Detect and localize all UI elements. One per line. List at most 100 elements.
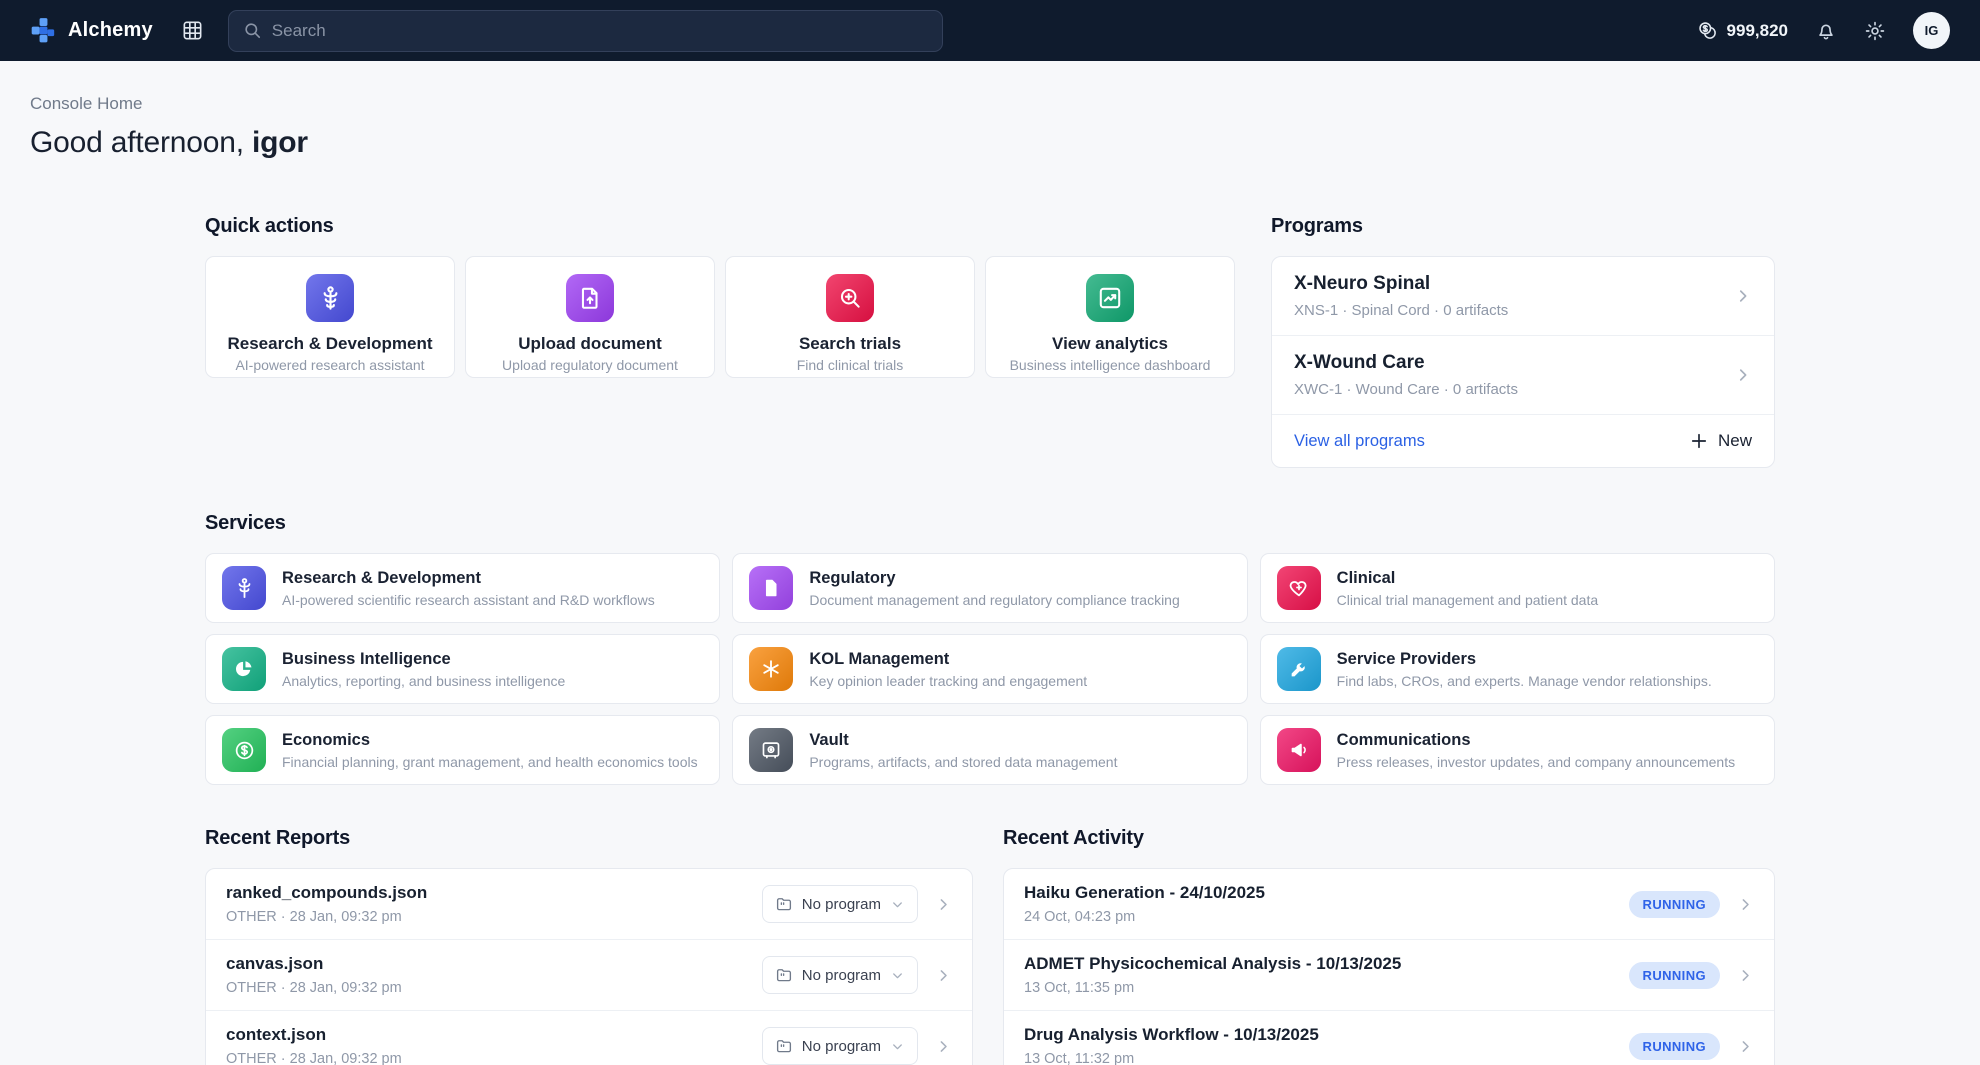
- service-clinical[interactable]: Clinical Clinical trial management and p…: [1260, 553, 1775, 623]
- service-name: KOL Management: [809, 650, 1087, 669]
- report-row-context[interactable]: context.json OTHER · 28 Jan, 09:32 pm No…: [206, 1011, 972, 1065]
- folder-icon: [775, 895, 793, 913]
- chevron-down-icon: [890, 897, 905, 912]
- service-business-intelligence[interactable]: Business Intelligence Analytics, reporti…: [205, 634, 720, 704]
- program-select-value: No program: [802, 896, 881, 913]
- report-row-canvas[interactable]: canvas.json OTHER · 28 Jan, 09:32 pm No …: [206, 940, 972, 1011]
- service-name: Business Intelligence: [282, 650, 565, 669]
- report-name: context.json: [226, 1025, 762, 1045]
- service-regulatory[interactable]: Regulatory Document management and regul…: [732, 553, 1247, 623]
- folder-icon: [775, 1037, 793, 1055]
- notifications-bell-icon[interactable]: [1815, 20, 1837, 42]
- search-plus-icon: [826, 274, 874, 322]
- brand[interactable]: Alchemy: [30, 17, 153, 44]
- chevron-right-icon[interactable]: [1737, 1038, 1754, 1055]
- programs-section: Programs X-Neuro Spinal XNS-1 · Spinal C…: [1271, 215, 1775, 468]
- avatar-initials: IG: [1925, 23, 1939, 38]
- new-program-label: New: [1718, 431, 1752, 451]
- program-row-x-wound-care[interactable]: X-Wound Care XWC-1 · Wound Care · 0 arti…: [1272, 336, 1774, 415]
- chevron-right-icon: [1734, 287, 1752, 305]
- service-economics[interactable]: Economics Financial planning, grant mana…: [205, 715, 720, 785]
- status-badge: RUNNING: [1629, 962, 1720, 989]
- report-name: ranked_compounds.json: [226, 883, 762, 903]
- service-name: Service Providers: [1337, 650, 1712, 669]
- quick-action-desc: Find clinical trials: [726, 357, 974, 373]
- activity-row-drug-analysis-workflow[interactable]: Drug Analysis Workflow - 10/13/2025 13 O…: [1004, 1011, 1774, 1065]
- page-title: Good afternoon, igor: [30, 126, 1950, 160]
- service-service-providers[interactable]: Service Providers Find labs, CROs, and e…: [1260, 634, 1775, 704]
- status-badge: RUNNING: [1629, 1033, 1720, 1060]
- service-name: Vault: [809, 731, 1117, 750]
- activity-meta: 13 Oct, 11:35 pm: [1024, 980, 1629, 996]
- service-desc: Key opinion leader tracking and engageme…: [809, 673, 1087, 689]
- wrench-icon: [1277, 647, 1321, 691]
- services-section: Services Research & Development AI-power…: [205, 512, 1775, 785]
- service-name: Clinical: [1337, 569, 1599, 588]
- vault-icon: [749, 728, 793, 772]
- program-select-value: No program: [802, 967, 881, 984]
- caduceus-icon: [306, 274, 354, 322]
- service-kol-management[interactable]: KOL Management Key opinion leader tracki…: [732, 634, 1247, 704]
- service-name: Economics: [282, 731, 698, 750]
- search-icon: [243, 21, 262, 40]
- credits-counter[interactable]: 999,820: [1697, 20, 1788, 41]
- search-bar[interactable]: [228, 10, 943, 52]
- quick-action-research-development[interactable]: Research & Development AI-powered resear…: [205, 256, 455, 378]
- service-research-development[interactable]: Research & Development AI-powered scient…: [205, 553, 720, 623]
- recent-reports-title: Recent Reports: [205, 827, 973, 850]
- report-row-ranked-compounds[interactable]: ranked_compounds.json OTHER · 28 Jan, 09…: [206, 869, 972, 940]
- breadcrumb: Console Home: [30, 94, 1950, 114]
- dollar-icon: [222, 728, 266, 772]
- quick-action-label: Upload document: [466, 334, 714, 354]
- quick-actions-section: Quick actions Research & Development AI-…: [205, 215, 1235, 468]
- report-meta: OTHER · 28 Jan, 09:32 pm: [226, 909, 762, 925]
- service-communications[interactable]: Communications Press releases, investor …: [1260, 715, 1775, 785]
- program-select[interactable]: No program: [762, 1027, 918, 1065]
- quick-action-desc: Upload regulatory document: [466, 357, 714, 373]
- program-select[interactable]: No program: [762, 956, 918, 994]
- services-title: Services: [205, 512, 1775, 535]
- program-select[interactable]: No program: [762, 885, 918, 923]
- recent-reports-section: Recent Reports ranked_compounds.json OTH…: [205, 827, 973, 1065]
- activity-row-haiku-generation[interactable]: Haiku Generation - 24/10/2025 24 Oct, 04…: [1004, 869, 1774, 940]
- report-meta: OTHER · 28 Jan, 09:32 pm: [226, 1051, 762, 1065]
- quick-action-upload-document[interactable]: Upload document Upload regulatory docume…: [465, 256, 715, 378]
- chevron-right-icon[interactable]: [935, 967, 952, 984]
- recent-activity-section: Recent Activity Haiku Generation - 24/10…: [1003, 827, 1775, 1065]
- quick-action-view-analytics[interactable]: View analytics Business intelligence das…: [985, 256, 1235, 378]
- chevron-right-icon[interactable]: [1737, 896, 1754, 913]
- service-name: Research & Development: [282, 569, 655, 588]
- service-desc: AI-powered scientific research assistant…: [282, 592, 655, 608]
- view-all-programs-link[interactable]: View all programs: [1294, 432, 1425, 451]
- chevron-right-icon[interactable]: [1737, 967, 1754, 984]
- search-input[interactable]: [272, 21, 928, 41]
- avatar[interactable]: IG: [1913, 12, 1950, 49]
- quick-action-label: Search trials: [726, 334, 974, 354]
- chevron-right-icon[interactable]: [935, 896, 952, 913]
- service-desc: Document management and regulatory compl…: [809, 592, 1179, 608]
- megaphone-icon: [1277, 728, 1321, 772]
- program-select-value: No program: [802, 1038, 881, 1055]
- chevron-right-icon[interactable]: [935, 1038, 952, 1055]
- new-program-button[interactable]: New: [1689, 431, 1752, 451]
- program-row-x-neuro-spinal[interactable]: X-Neuro Spinal XNS-1 · Spinal Cord · 0 a…: [1272, 257, 1774, 336]
- service-name: Regulatory: [809, 569, 1179, 588]
- recent-activity-title: Recent Activity: [1003, 827, 1775, 850]
- service-desc: Programs, artifacts, and stored data man…: [809, 754, 1117, 770]
- quick-action-desc: AI-powered research assistant: [206, 357, 454, 373]
- settings-gear-icon[interactable]: [1864, 20, 1886, 42]
- service-desc: Press releases, investor updates, and co…: [1337, 754, 1735, 770]
- chevron-down-icon: [890, 968, 905, 983]
- report-name: canvas.json: [226, 954, 762, 974]
- greeting-prefix: Good afternoon,: [30, 126, 252, 159]
- app-grid-icon[interactable]: [181, 19, 204, 42]
- chevron-right-icon: [1734, 366, 1752, 384]
- quick-action-search-trials[interactable]: Search trials Find clinical trials: [725, 256, 975, 378]
- service-desc: Financial planning, grant management, an…: [282, 754, 698, 770]
- service-vault[interactable]: Vault Programs, artifacts, and stored da…: [732, 715, 1247, 785]
- activity-row-admet-analysis[interactable]: ADMET Physicochemical Analysis - 10/13/2…: [1004, 940, 1774, 1011]
- service-name: Communications: [1337, 731, 1735, 750]
- credits-value: 999,820: [1727, 21, 1788, 41]
- programs-title: Programs: [1271, 215, 1775, 238]
- quick-actions-title: Quick actions: [205, 215, 1235, 238]
